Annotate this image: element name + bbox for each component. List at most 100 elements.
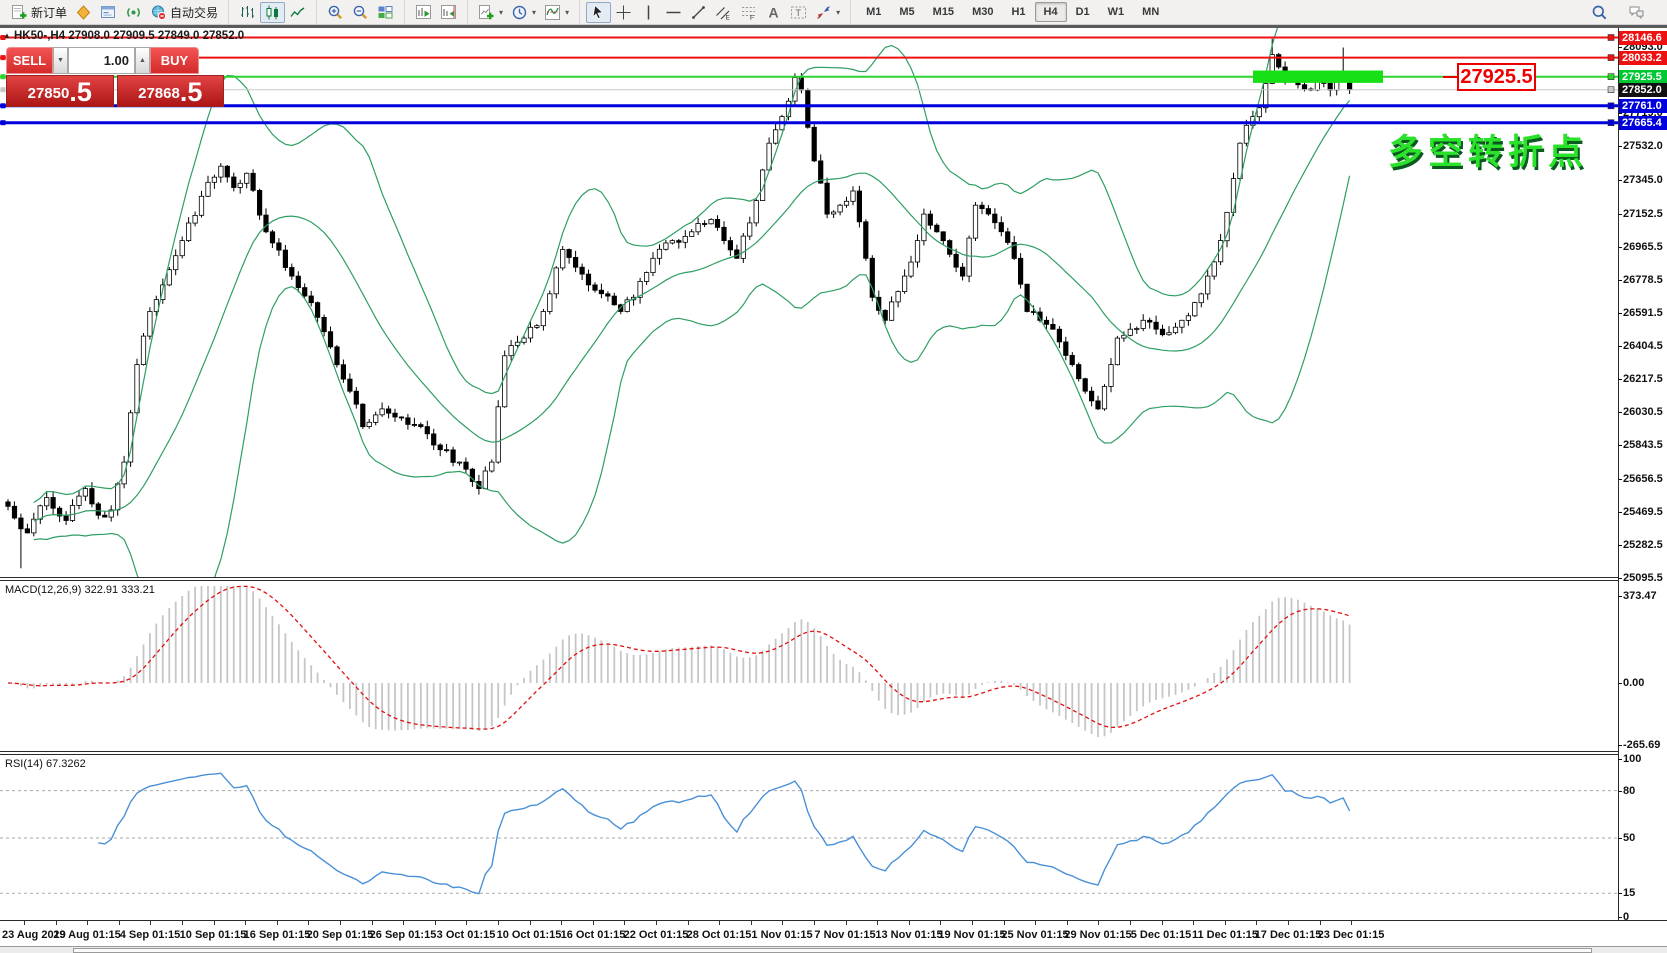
tile-windows-icon (378, 5, 393, 18)
timeframe-w1-button[interactable]: W1 (1099, 2, 1134, 22)
price-tick-label: 26778.5 (1623, 274, 1663, 286)
channel-icon: E (716, 6, 731, 21)
chat-button[interactable] (1624, 2, 1649, 23)
price-tick-label: 27345.0 (1623, 174, 1663, 186)
cursor-button[interactable] (586, 1, 612, 23)
rsi-tick-label: 0 (1623, 911, 1630, 923)
horizontal-line-button[interactable] (661, 2, 686, 23)
price-tick-label: 26217.5 (1623, 373, 1663, 385)
bars-chart-button[interactable] (235, 2, 260, 23)
new-chart-icon (479, 4, 494, 19)
trendline-button[interactable] (686, 2, 711, 23)
annotation-text[interactable]: 多空转折点 (1388, 124, 1588, 175)
line-chart-button[interactable] (285, 2, 310, 23)
time-tick-label: 17 Dec 01:15 (1254, 929, 1322, 941)
timeframe-mn-button[interactable]: MN (1133, 2, 1168, 22)
scrollbar-thumb[interactable] (73, 948, 1592, 953)
text-icon: A (769, 4, 779, 20)
sell-price-fraction: .5 (69, 77, 92, 107)
time-tick-label: 11 Dec 01:15 (1191, 929, 1259, 941)
horizontal-scrollbar[interactable] (0, 946, 1667, 953)
chevron-down-icon: ▾ (532, 7, 537, 17)
sell-button[interactable]: SELL (6, 47, 53, 74)
highlight-zone[interactable] (1253, 70, 1383, 83)
metaeditor-button[interactable] (71, 2, 96, 23)
one-click-trading-panel: SELL ▼ ▲ BUY 27850.5 27868.5 (6, 47, 224, 107)
new-chart-button[interactable]: ▾ (474, 2, 507, 23)
rsi-tick-label: 15 (1623, 887, 1636, 899)
terminal-icon (101, 5, 116, 18)
rsi-pane-canvas[interactable] (0, 756, 1618, 920)
time-tick-label: 4 Sep 01:15 (119, 929, 181, 941)
signals-button[interactable] (121, 2, 146, 23)
arrows-button[interactable]: ▾ (811, 2, 844, 23)
timeframe-d1-button[interactable]: D1 (1067, 2, 1099, 22)
timeframe-m15-button[interactable]: M15 (924, 2, 963, 22)
chart-shift-button[interactable] (411, 2, 436, 23)
timeframe-m5-button[interactable]: M5 (890, 2, 923, 22)
chart-shift-icon (416, 4, 432, 19)
volume-input[interactable] (68, 47, 135, 74)
equidistant-channel-button[interactable]: E (711, 2, 736, 23)
price-level-tag: 28146.6 (1619, 31, 1667, 45)
price-tick-label: 25469.5 (1623, 506, 1663, 518)
sell-price-box[interactable]: 27850.5 (6, 75, 114, 107)
chart-expand-icon[interactable]: ▲ (3, 31, 11, 40)
zoom-out-button[interactable] (348, 2, 373, 23)
timeframe-m1-button[interactable]: M1 (857, 2, 890, 22)
search-button[interactable] (1587, 2, 1612, 23)
toolbar-group-drawing: E F A T ▾ (579, 0, 847, 24)
vertical-line-button[interactable] (636, 2, 661, 23)
bars-chart-icon (241, 5, 255, 18)
time-tick-label: 10 Oct 01:15 (496, 929, 562, 941)
price-tick-label: 27152.5 (1623, 208, 1663, 220)
timeframe-h1-button[interactable]: H1 (1002, 2, 1034, 22)
price-level-tag: 27665.4 (1619, 116, 1667, 130)
indicators-button[interactable]: ▾ (540, 2, 573, 23)
mt4-window: 新订单 自动交易 ▾ ▾ ▾ E F A T ▾ M1 M5 M15 M30 H1 H4 D1 W1 MN ▲ HK… (0, 0, 1667, 953)
time-tick-label: 16 Sep 01:15 (243, 929, 311, 941)
time-tick-label: 13 Nov 01:15 (875, 929, 943, 941)
tile-windows-button[interactable] (373, 2, 398, 23)
time-tick-label: 7 Nov 01:15 (814, 929, 876, 941)
buy-price-box[interactable]: 27868.5 (116, 75, 224, 107)
rsi-pane-separator[interactable] (0, 751, 1618, 755)
profiles-button[interactable]: ▾ (507, 2, 540, 23)
candles-chart-icon (266, 5, 279, 19)
new-order-button[interactable]: 新订单 (7, 2, 71, 23)
time-tick-label: 25 Nov 01:15 (1001, 929, 1069, 941)
chevron-down-icon: ▾ (565, 7, 570, 17)
main-chart-canvas[interactable] (0, 28, 1618, 578)
vline-icon (647, 5, 650, 19)
chart-area[interactable]: ▲ HK50-,H4 27908.0 27909.5 27849.0 27852… (0, 28, 1667, 953)
fibonacci-button[interactable]: F (736, 2, 761, 23)
svg-text:T: T (796, 8, 802, 18)
time-tick-label: 29 Aug 01:15 (53, 929, 121, 941)
text-label-button[interactable]: T (786, 2, 811, 23)
buy-button[interactable]: BUY (150, 47, 199, 74)
price-tick-label: 25843.5 (1623, 439, 1663, 451)
crosshair-icon (616, 5, 631, 19)
buy-price-fraction: .5 (179, 77, 203, 107)
price-tick-label: 25095.5 (1623, 572, 1663, 584)
chevron-down-icon: ▾ (836, 7, 841, 17)
autoscroll-icon (441, 4, 457, 19)
timeframe-m30-button[interactable]: M30 (963, 2, 1002, 22)
price-callout[interactable]: 27925.5 (1457, 63, 1536, 91)
chart-title-ohlc: HK50-,H4 27908.0 27909.5 27849.0 27852.0 (14, 30, 245, 42)
candles-chart-button[interactable] (260, 1, 286, 23)
text-button[interactable]: A (761, 2, 786, 23)
svg-text:E: E (726, 14, 731, 21)
macd-pane-separator[interactable] (0, 577, 1618, 581)
volume-decrease-button[interactable]: ▼ (53, 47, 68, 74)
price-level-tag: 27761.0 (1619, 99, 1667, 113)
volume-increase-button[interactable]: ▲ (135, 47, 150, 74)
crosshair-button[interactable] (611, 2, 636, 23)
autoscroll-button[interactable] (436, 2, 461, 23)
time-tick-label: 10 Sep 01:15 (179, 929, 247, 941)
timeframe-h4-button[interactable]: H4 (1034, 2, 1067, 22)
autotrading-button[interactable]: 自动交易 (146, 2, 222, 23)
macd-pane-canvas[interactable] (0, 582, 1618, 751)
terminal-button[interactable] (96, 2, 121, 23)
zoom-in-button[interactable] (323, 2, 348, 23)
